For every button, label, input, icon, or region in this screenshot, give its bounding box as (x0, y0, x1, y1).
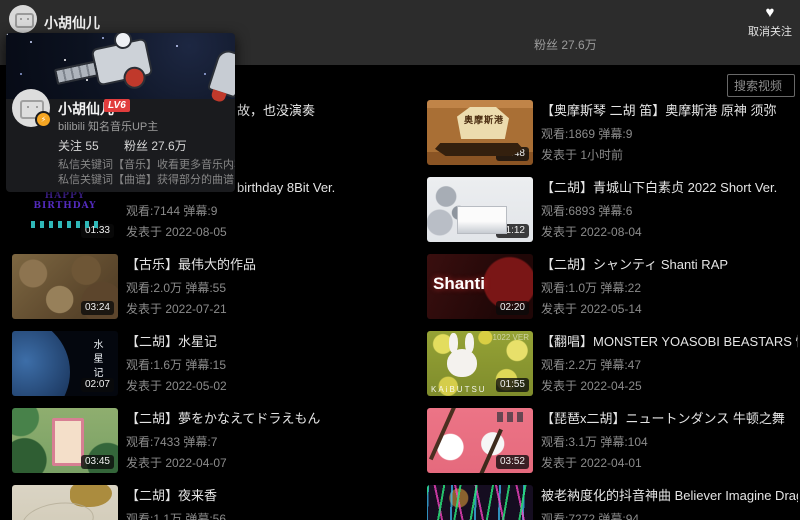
video-info: 【二胡】水星记 观看:1.6万 弹幕:15 发表于 2022-05-02 (126, 331, 227, 396)
thumbnail-art-text: HAPPY BIRTHDAY (12, 191, 118, 211)
video-list-item[interactable]: 01:12 【二胡】青城山下白素贞 2022 Short Ver. 观看:689… (427, 177, 798, 242)
video-publish-date: 发表于 2022-08-04 (541, 223, 777, 240)
duration-badge: 01:33 (81, 224, 114, 238)
header-avatar[interactable] (9, 5, 37, 33)
video-title[interactable]: 【古乐】最伟大的作品 (126, 257, 256, 272)
video-info: 被老衲度化的抖音神曲 Believer Imagine Dragons 观看:7… (541, 485, 798, 520)
video-info: 【奥摩斯琴 二胡 笛】奥摩斯港 原神 须弥 观看:1869 弹幕:9 发表于 1… (541, 100, 776, 165)
video-publish-date: 发表于 2022-07-21 (126, 300, 256, 317)
video-list-item[interactable]: 被老衲度化的抖音神曲 Believer Imagine Dragons 观看:7… (427, 485, 798, 520)
video-thumbnail[interactable]: Shanti 02:20 (427, 254, 533, 319)
video-list-item[interactable]: 奥摩斯港 01:48 【奥摩斯琴 二胡 笛】奥摩斯港 原神 须弥 观看:1869… (427, 100, 798, 165)
video-publish-date: 发表于 2022-08-05 (126, 223, 335, 240)
video-views-danmaku: 观看:7144 弹幕:9 (126, 202, 335, 219)
video-thumbnail[interactable] (12, 485, 118, 520)
video-thumbnail[interactable]: 奥摩斯港 01:48 (427, 100, 533, 165)
unfollow-button[interactable]: ♥ 取消关注 (742, 4, 798, 39)
video-views-danmaku: 观看:7272 弹幕:94 (541, 510, 798, 520)
thumbnail-art-text: Shanti (433, 274, 485, 294)
thumbnail-art-text: 奥摩斯港 (461, 113, 507, 126)
search-input[interactable] (727, 74, 795, 97)
video-views-danmaku: 观看:1.1万 弹幕:56 (126, 510, 227, 520)
card-stats: 关注 55 粉丝 27.6万 (58, 137, 187, 154)
video-thumbnail[interactable]: KAiBUTSU 1022 VER 01:55 (427, 331, 533, 396)
video-thumbnail[interactable]: 01:12 (427, 177, 533, 242)
video-views-danmaku: 观看:1.0万 弹幕:22 (541, 279, 728, 296)
video-views-danmaku: 观看:2.2万 弹幕:47 (541, 356, 798, 373)
video-title[interactable]: 被老衲度化的抖音神曲 Believer Imagine Dragons (541, 488, 798, 503)
video-publish-date: 发表于 2022-05-14 (541, 300, 728, 317)
video-title[interactable]: 【二胡】夜来香 (126, 488, 227, 503)
bilibili-user-video-page: 小胡仙儿 粉丝 27.6万 ♥ 取消关注 故，也没演奏 HAPPY BIRTHD… (0, 0, 800, 520)
duration-badge: 03:45 (81, 455, 114, 469)
fans-count: 粉丝 27.6万 (534, 36, 597, 53)
card-verify-text: bilibili 知名音乐UP主 (58, 118, 158, 134)
video-thumbnail[interactable]: 水星记 02:07 (12, 331, 118, 396)
duration-badge: 03:52 (496, 455, 529, 469)
thumbnail-art-text-secondary: 1022 VER (493, 333, 529, 342)
video-views-danmaku: 观看:2.0万 弹幕:55 (126, 279, 256, 296)
video-thumbnail[interactable] (427, 485, 533, 520)
video-title[interactable]: 【二胡】水星记 (126, 334, 227, 349)
video-list-item[interactable]: 03:52 【琵琶x二胡】ニュートンダンス 牛顿之舞 观看:3.1万 弹幕:10… (427, 408, 798, 473)
video-title[interactable]: 【奥摩斯琴 二胡 笛】奥摩斯港 原神 须弥 (541, 103, 776, 118)
video-views-danmaku: 观看:7433 弹幕:7 (126, 433, 320, 450)
video-list-item[interactable]: 【二胡】夜来香 观看:1.1万 弹幕:56 发表于 2022-03-18 (12, 485, 416, 520)
rocket-illustration (207, 47, 235, 98)
video-info: 【古乐】最伟大的作品 观看:2.0万 弹幕:55 发表于 2022-07-21 (126, 254, 256, 319)
profile-card: ⚡ 小胡仙儿 LV6 bilibili 知名音乐UP主 关注 55 粉丝 27.… (6, 33, 235, 192)
video-title[interactable]: 【二胡】シャンティ Shanti RAP (541, 257, 728, 272)
card-signature-line1: 私信关键词【音乐】收看更多音乐内容/ (58, 156, 235, 172)
unfollow-label: 取消关注 (742, 23, 798, 39)
video-title[interactable]: 【翻唱】MONSTER YOASOBI BEASTARS 怪物【Kaibutsu… (541, 334, 798, 349)
video-info: 【翻唱】MONSTER YOASOBI BEASTARS 怪物【Kaibutsu… (541, 331, 798, 396)
video-publish-date: 发表于 2022-04-07 (126, 454, 320, 471)
duration-badge: 03:24 (81, 301, 114, 315)
duration-badge: 01:55 (496, 378, 529, 392)
video-list-item[interactable]: 水星记 02:07 【二胡】水星记 观看:1.6万 弹幕:15 发表于 2022… (12, 331, 416, 396)
video-publish-date: 发表于 2022-04-25 (541, 377, 798, 394)
duration-badge: 01:48 (496, 147, 529, 161)
video-publish-date: 发表于 2022-04-01 (541, 454, 785, 471)
video-publish-date: 发表于 1小时前 (541, 146, 776, 163)
video-views-danmaku: 观看:3.1万 弹幕:104 (541, 433, 785, 450)
level-badge: LV6 (104, 99, 130, 112)
video-thumbnail[interactable]: 03:45 (12, 408, 118, 473)
heart-icon: ♥ (742, 4, 798, 22)
video-views-danmaku: 观看:6893 弹幕:6 (541, 202, 777, 219)
duration-badge: 01:12 (496, 224, 529, 238)
video-title[interactable]: 【琵琶x二胡】ニュートンダンス 牛顿之舞 (541, 411, 785, 426)
card-avatar[interactable]: ⚡ (12, 89, 50, 127)
thumbnail-art-text: KAiBUTSU (431, 385, 487, 394)
video-thumbnail[interactable]: 03:52 (427, 408, 533, 473)
video-views-danmaku: 观看:1869 弹幕:9 (541, 125, 776, 142)
card-signature-line2: 私信关键词【曲谱】获得部分的曲谱 (58, 171, 234, 187)
page-username: 小胡仙儿 (44, 13, 100, 33)
video-title[interactable]: 【二胡】夢をかなえてドラえもん (126, 411, 320, 426)
video-info: 【二胡】シャンティ Shanti RAP 观看:1.0万 弹幕:22 发表于 2… (541, 254, 728, 319)
video-publish-date: 发表于 2022-05-02 (126, 377, 227, 394)
video-info: 【琵琶x二胡】ニュートンダンス 牛顿之舞 观看:3.1万 弹幕:104 发表于 … (541, 408, 785, 473)
video-info: 【二胡】夢をかなえてドラえもん 观看:7433 弹幕:7 发表于 2022-04… (126, 408, 320, 473)
bilibili-tv-icon (15, 13, 34, 28)
video-info: 【二胡】青城山下白素贞 2022 Short Ver. 观看:6893 弹幕:6… (541, 177, 777, 242)
video-thumbnail[interactable]: 03:24 (12, 254, 118, 319)
verified-badge-icon: ⚡ (35, 111, 52, 128)
video-list-item[interactable]: KAiBUTSU 1022 VER 01:55 【翻唱】MONSTER YOAS… (427, 331, 798, 396)
thumbnail-art-text: 水星记 (89, 339, 104, 381)
video-list-item[interactable]: Shanti 02:20 【二胡】シャンティ Shanti RAP 观看:1.0… (427, 254, 798, 319)
stars-decoration (6, 33, 8, 35)
duration-badge: 02:20 (496, 301, 529, 315)
video-views-danmaku: 观看:1.6万 弹幕:15 (126, 356, 227, 373)
card-banner-image (6, 33, 235, 99)
video-list-item[interactable]: 03:45 【二胡】夢をかなえてドラえもん 观看:7433 弹幕:7 发表于 2… (12, 408, 416, 473)
video-title[interactable]: 【二胡】青城山下白素贞 2022 Short Ver. (541, 180, 777, 195)
video-list-item[interactable]: 03:24 【古乐】最伟大的作品 观看:2.0万 弹幕:55 发表于 2022-… (12, 254, 416, 319)
following-count[interactable]: 关注 55 (58, 139, 99, 153)
video-list-right: 奥摩斯港 01:48 【奥摩斯琴 二胡 笛】奥摩斯港 原神 须弥 观看:1869… (427, 100, 798, 520)
followers-count[interactable]: 粉丝 27.6万 (124, 139, 187, 153)
video-info: 【二胡】夜来香 观看:1.1万 弹幕:56 发表于 2022-03-18 (126, 485, 227, 520)
